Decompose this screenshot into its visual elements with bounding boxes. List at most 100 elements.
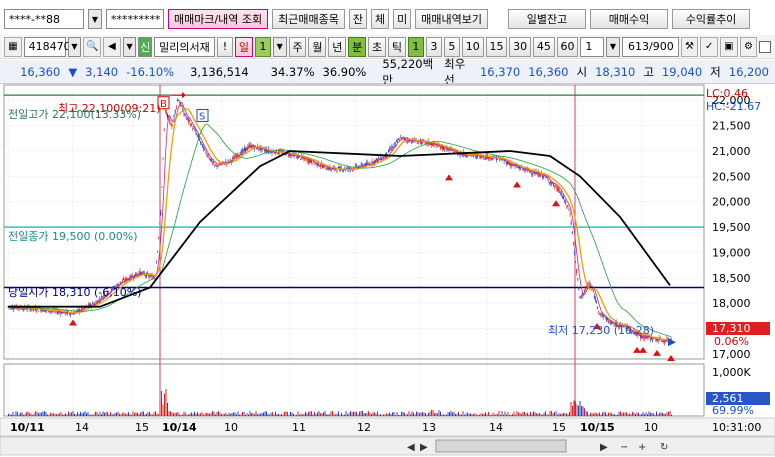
candle-body [376, 158, 377, 160]
count-field[interactable]: 613/900 [621, 36, 679, 57]
volume-bar [72, 411, 74, 416]
checkmark-icon[interactable]: ✓ [700, 36, 718, 57]
volume-bar [26, 412, 27, 416]
volume-bar [504, 411, 506, 416]
interval-15-button[interactable]: 15 [485, 36, 508, 57]
trade-profit-button[interactable]: 매매수익 [590, 9, 669, 29]
volume-bar [204, 413, 206, 416]
account-field[interactable]: ****-**88 [4, 9, 84, 29]
code-dropdown-icon[interactable]: ▼ [67, 36, 82, 57]
volume-bar [588, 414, 590, 416]
gear-icon[interactable]: ⚙ [739, 36, 758, 57]
volume-bar [560, 413, 561, 416]
candle-body [194, 129, 196, 131]
volume-bar [164, 393, 165, 416]
interval-3-button[interactable]: 3 [425, 36, 442, 57]
ratio-2: 36.90% [322, 64, 367, 79]
sell-flag-letter: S [199, 111, 205, 122]
period-month-button[interactable]: 월 [308, 36, 327, 57]
interval-1-button[interactable]: 1 [407, 36, 424, 57]
interval-10-button[interactable]: 10 [461, 36, 484, 57]
scroll-thumb[interactable] [435, 439, 567, 453]
volume-bar [602, 412, 603, 416]
stock-name: 밀리의서재 [154, 36, 215, 57]
volume-bar [102, 411, 104, 416]
volume-bar [495, 414, 497, 416]
period-dropdown-icon[interactable]: ▼ [272, 36, 287, 57]
candle-body [98, 298, 100, 301]
candle-body [555, 185, 557, 187]
interval-45-button[interactable]: 45 [532, 36, 555, 57]
password-field[interactable]: ********* [106, 9, 164, 29]
recent-trades-button[interactable]: 최근매매종목 [272, 9, 345, 29]
candle-body [571, 231, 573, 234]
speaker-dropdown-icon[interactable]: ▼ [122, 36, 137, 57]
volume-bar [9, 414, 11, 416]
volume-bar [423, 412, 425, 416]
period-year-button[interactable]: 년 [328, 36, 347, 57]
volume-bar [315, 414, 317, 416]
candle-body [542, 175, 544, 178]
volume-bar [110, 412, 111, 416]
scroll-end-icon[interactable]: ▶ [600, 442, 608, 453]
candle-body [575, 261, 577, 263]
daily-balance-button[interactable]: 일별잔고 [508, 9, 587, 29]
volume-bar [386, 413, 387, 416]
price-chart[interactable]: BS 전일고가 22,100(13.33%) 최고 22,100(09:21) … [0, 84, 775, 457]
volume-bar [113, 414, 114, 416]
candle-body [200, 141, 201, 143]
volume-bar [188, 414, 189, 416]
chart-scrollbar[interactable] [0, 436, 775, 456]
interval-input[interactable]: 1 [580, 36, 605, 57]
candle-body [208, 158, 210, 160]
period-second-button[interactable]: 초 [368, 36, 387, 57]
volume-bar [209, 413, 210, 416]
volume-bar [179, 414, 180, 416]
period-value[interactable]: 1 [254, 36, 271, 57]
zoom-in-icon[interactable]: + [638, 442, 646, 453]
speaker-icon[interactable]: ◀ [103, 36, 121, 57]
search-icon[interactable]: 🔍 [83, 36, 102, 57]
candle-body [186, 117, 188, 119]
interval-60-button[interactable]: 60 [556, 36, 579, 57]
scroll-left-icon[interactable]: ◀ [407, 442, 415, 453]
candle-body [325, 168, 327, 170]
volume-bar [363, 413, 365, 416]
account-dropdown-icon[interactable]: ▼ [88, 9, 102, 29]
alert-button[interactable]: ! [216, 36, 233, 57]
trade-mark-button[interactable]: 매매마크/내역 조회 [168, 9, 269, 29]
unexecuted-button[interactable]: 미 [393, 9, 412, 29]
profit-trend-button[interactable]: 수익률추이 [672, 9, 751, 29]
volume-bar [140, 412, 141, 416]
zoom-out-icon[interactable]: − [620, 442, 628, 453]
code-field[interactable]: 418470 [23, 36, 71, 57]
executed-button[interactable]: 체 [371, 9, 390, 29]
option-checkbox[interactable] [759, 40, 772, 53]
refresh-icon[interactable]: ↻ [660, 442, 668, 453]
candle-body [520, 168, 522, 170]
volume-bar [195, 413, 197, 416]
interval-30-button[interactable]: 30 [509, 36, 531, 57]
volume-bar [198, 413, 200, 416]
candle-body [249, 144, 251, 146]
volume-bar [222, 413, 224, 416]
trade-history-button[interactable]: 매매내역보기 [415, 9, 489, 29]
scroll-right-icon[interactable]: ▶ [420, 442, 428, 453]
balance-button[interactable]: 잔 [348, 9, 368, 29]
tools-icon[interactable]: ⚒ [680, 36, 699, 57]
save-icon[interactable]: ▣ [719, 36, 738, 57]
candle-body [233, 156, 234, 158]
candle-body [174, 109, 176, 113]
period-minute-button[interactable]: 분 [348, 36, 367, 57]
candle-body [566, 205, 568, 207]
candle-body [664, 340, 666, 344]
volume-bar [668, 411, 669, 416]
period-week-button[interactable]: 주 [288, 36, 307, 57]
interval-5-button[interactable]: 5 [443, 36, 460, 57]
period-tick-button[interactable]: 틱 [388, 36, 406, 57]
volume-bar [185, 412, 186, 416]
interval-dropdown-icon[interactable]: ▼ [606, 36, 620, 57]
period-day-button[interactable]: 일 [234, 36, 253, 57]
grid-icon[interactable]: ▦ [4, 36, 22, 57]
volume-bar [306, 413, 308, 416]
